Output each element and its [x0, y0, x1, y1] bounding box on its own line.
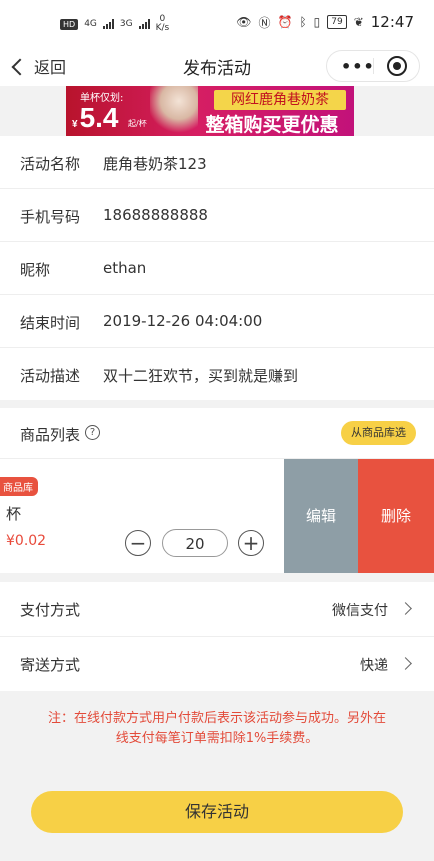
signal-icon [102, 19, 114, 29]
back-button[interactable]: 返回 [11, 54, 67, 78]
shipping-method-row[interactable]: 寄送方式 快递 [0, 637, 434, 691]
library-badge: 商品库 [0, 477, 38, 496]
network-4g-label: 4G [84, 19, 97, 29]
form-row-nickname[interactable]: 昵称 ethan [0, 242, 434, 295]
close-target-icon[interactable] [387, 56, 407, 76]
milk-tea-image [150, 86, 198, 136]
miniprogram-capsule: ••• [326, 50, 420, 82]
banner-subline: 整箱购买更优惠 [205, 114, 339, 136]
activity-name-label: 活动名称 [20, 155, 81, 173]
payment-method-label: 支付方式 [20, 601, 81, 619]
goods-list-label: 商品列表 [20, 426, 81, 444]
shipping-method-label: 寄送方式 [20, 656, 81, 674]
promo-banner[interactable]: 单杯仅划: ¥5.4 起/杯 网红鹿角巷奶茶 整箱购买更优惠 [66, 86, 354, 136]
phone-field[interactable]: 18688888888 [103, 206, 208, 224]
battery-icon: 79 [327, 15, 347, 29]
decrease-button[interactable]: − [125, 530, 151, 556]
banner-unit: 起/杯 [128, 119, 147, 128]
end-time-label: 结束时间 [20, 314, 81, 332]
alarm-icon: ⏰ [277, 15, 293, 29]
quantity-input[interactable]: 20 [162, 529, 228, 557]
bluetooth-icon: ᛒ [299, 15, 307, 29]
status-bar-left: HD 4G 3G 0 K/s [60, 15, 169, 33]
fee-notice: 注：在线付款方式用户付款后表示该活动参与成功。另外在线支付每笔订单需扣除1%手续… [47, 711, 386, 746]
banner-currency: ¥ [72, 119, 78, 130]
network-3g-label: 3G [119, 19, 133, 29]
delete-button[interactable]: 删除 [358, 459, 434, 573]
chevron-right-icon [399, 657, 412, 670]
banner-price: ¥5.4 [72, 102, 119, 134]
select-from-library-button[interactable]: 从商品库选 [341, 421, 416, 445]
network-speed-unit: K/s [155, 23, 170, 33]
network-speed: 0 K/s [156, 15, 170, 33]
goods-name: 杯 [6, 505, 22, 523]
goods-price: ¥0.02 [6, 533, 47, 549]
nav-bar: 发布活动 返回 ••• [0, 46, 434, 86]
payment-method-value: 微信支付 [332, 603, 388, 619]
nickname-field[interactable]: ethan [103, 259, 146, 277]
status-bar: HD 4G 3G 0 K/s 👁 Ⓝ ⏰ ᛒ ▯ 79 ❦ 12:47 [0, 0, 434, 46]
description-field[interactable]: 双十二狂欢节，买到就是赚到 [103, 365, 298, 386]
back-label: 返回 [34, 58, 67, 77]
form-row-end-time[interactable]: 结束时间 2019-12-26 04:04:00 [0, 295, 434, 348]
description-label: 活动描述 [20, 367, 81, 385]
form-row-activity-name[interactable]: 活动名称 鹿角巷奶茶123 [0, 136, 434, 189]
goods-list-header: 商品列表 ? 从商品库选 [0, 408, 434, 459]
payment-method-row[interactable]: 支付方式 微信支付 [0, 582, 434, 637]
vibrate-icon: ▯ [313, 15, 321, 29]
end-time-field[interactable]: 2019-12-26 04:04:00 [103, 312, 262, 330]
edit-button[interactable]: 编辑 [284, 459, 358, 573]
chevron-left-icon [11, 58, 29, 75]
shipping-method-value: 快递 [360, 658, 388, 674]
nickname-label: 昵称 [20, 261, 51, 279]
eye-icon: 👁 [236, 15, 252, 29]
banner-headline: 网红鹿角巷奶茶 [214, 90, 346, 110]
status-time: 12:47 [370, 13, 414, 31]
goods-list-item[interactable]: 商品库 杯 ¥0.02 − 20 + 编辑 删除 [0, 459, 434, 573]
form-row-description[interactable]: 活动描述 双十二狂欢节，买到就是赚到 [0, 348, 434, 400]
hd-badge: HD [60, 18, 79, 30]
save-activity-button[interactable]: 保存活动 [31, 791, 403, 833]
signal-icon-2 [138, 19, 150, 29]
increase-button[interactable]: + [238, 530, 264, 556]
form-row-phone[interactable]: 手机号码 18688888888 [0, 189, 434, 242]
leaf-icon: ❦ [353, 15, 364, 29]
phone-label: 手机号码 [20, 208, 81, 226]
more-icon[interactable]: ••• [341, 57, 375, 76]
activity-form: 活动名称 鹿角巷奶茶123 手机号码 18688888888 昵称 ethan … [0, 136, 434, 400]
help-icon[interactable]: ? [85, 425, 100, 440]
status-bar-right: 👁 Ⓝ ⏰ ᛒ ▯ 79 ❦ 12:47 [236, 13, 414, 31]
banner-price-value: 5.4 [79, 102, 119, 133]
capsule-divider [373, 58, 374, 74]
activity-name-field[interactable]: 鹿角巷奶茶123 [103, 153, 207, 174]
chevron-right-icon [399, 602, 412, 615]
nfc-icon: Ⓝ [258, 15, 271, 30]
